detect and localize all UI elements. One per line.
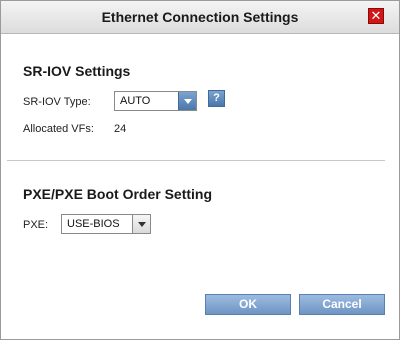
sriov-type-value: AUTO [120, 95, 151, 107]
ethernet-settings-dialog: Ethernet Connection Settings ✕ SR-IOV Se… [0, 0, 400, 340]
pxe-section-title: PXE/PXE Boot Order Setting [23, 186, 213, 202]
help-icon[interactable]: ? [208, 90, 225, 107]
allocated-vfs-value: 24 [114, 123, 127, 135]
pxe-label: PXE: [23, 219, 49, 231]
sriov-type-label: SR-IOV Type: [23, 96, 91, 108]
chevron-down-icon[interactable] [132, 215, 150, 233]
ok-button[interactable]: OK [205, 294, 291, 315]
sriov-type-select[interactable]: AUTO [114, 91, 197, 111]
section-divider [7, 160, 385, 161]
dialog-title: Ethernet Connection Settings [101, 9, 299, 25]
allocated-vfs-label: Allocated VFs: [23, 123, 94, 135]
close-icon[interactable]: ✕ [368, 8, 384, 24]
pxe-select[interactable]: USE-BIOS [61, 214, 151, 234]
cancel-button[interactable]: Cancel [299, 294, 385, 315]
chevron-down-icon[interactable] [178, 92, 196, 110]
dialog-titlebar: Ethernet Connection Settings ✕ [1, 1, 399, 34]
sriov-section-title: SR-IOV Settings [23, 63, 131, 79]
pxe-value: USE-BIOS [67, 218, 120, 230]
